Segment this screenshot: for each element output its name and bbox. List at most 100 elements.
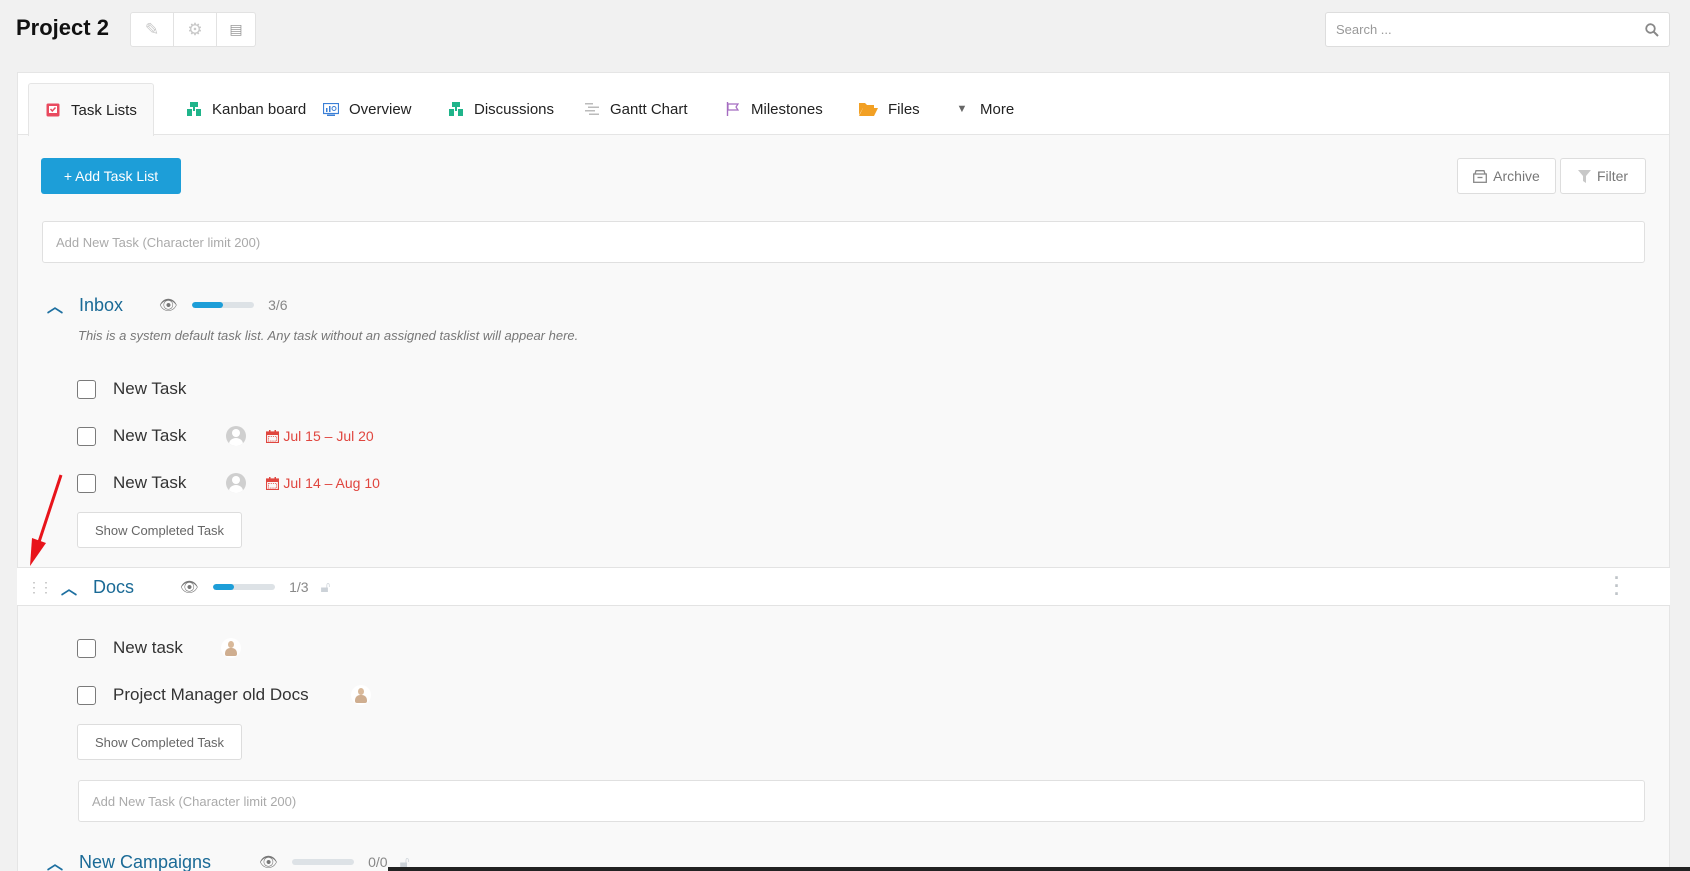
task-checkbox[interactable] (77, 685, 96, 705)
progress-count: 3/6 (268, 297, 288, 313)
tab-label: Gantt Chart (610, 100, 688, 118)
assignee-avatar[interactable] (220, 638, 241, 658)
search-input[interactable] (1336, 22, 1645, 37)
archive-icon (1473, 169, 1488, 183)
due-date[interactable]: Jul 15 – Jul 20 (266, 428, 374, 444)
progress-fill (213, 584, 234, 590)
eye-icon[interactable]: 👁 (259, 853, 278, 871)
task-checkbox[interactable] (77, 473, 96, 493)
progress-bar (292, 859, 355, 865)
taskbar-edge (388, 867, 1690, 871)
tab-label: Kanban board (212, 100, 307, 118)
task-row: New task (77, 633, 241, 663)
edit-project-button[interactable]: ✎ (131, 13, 174, 46)
unlock-icon[interactable]: 🔓︎ (321, 579, 331, 596)
collapse-chevron-icon[interactable]: ︿ (61, 575, 83, 599)
annotation-arrow (30, 474, 63, 566)
list-title[interactable]: New Campaigns (79, 852, 211, 871)
progress-bar (192, 302, 255, 308)
tab-label: More (980, 100, 1015, 118)
edit-icon: ✎ (144, 19, 160, 39)
show-completed-button[interactable]: Show Completed Task (77, 724, 242, 760)
tab-label: Task Lists (71, 101, 137, 119)
tab-label: Files (888, 100, 920, 118)
calendar-icon (266, 476, 280, 490)
list-header-new-campaigns: ︿ New Campaigns 👁 0/0 🔓︎ (47, 847, 409, 871)
new-task-input[interactable] (92, 793, 1631, 809)
task-row: New Task Jul 15 – Jul 20 (77, 421, 374, 451)
search-icon[interactable] (1645, 22, 1659, 37)
tab-kanban-board[interactable]: Kanban board (186, 83, 306, 135)
due-date[interactable]: Jul 14 – Aug 10 (266, 475, 380, 491)
tab-label: Discussions (474, 100, 555, 118)
overview-icon (323, 102, 339, 116)
filter-label: Filter (1596, 168, 1629, 184)
task-row: New Task (77, 374, 186, 404)
list-header-inbox: ︿ Inbox 👁 3/6 (47, 290, 288, 320)
task-title[interactable]: Project Manager old Docs (113, 685, 309, 705)
task-checkbox[interactable] (77, 638, 96, 658)
task-row: Project Manager old Docs (77, 680, 371, 710)
progress-fill (192, 302, 224, 308)
task-checkbox[interactable] (77, 379, 96, 399)
filter-button[interactable]: Filter (1560, 158, 1646, 194)
filter-icon (1577, 169, 1591, 183)
task-checkbox[interactable] (77, 426, 96, 446)
due-date-label: Jul 15 – Jul 20 (283, 428, 374, 444)
add-task-list-button[interactable]: + Add Task List (41, 158, 181, 194)
tab-files[interactable]: Files (858, 83, 920, 135)
search-box (1325, 12, 1670, 47)
document-icon: ▤ (229, 21, 243, 37)
new-task-field (78, 780, 1645, 822)
task-title[interactable]: New Task (113, 426, 186, 446)
progress-count: 1/3 (289, 579, 309, 595)
tab-gantt-chart[interactable]: Gantt Chart (584, 83, 688, 135)
drag-handle-icon[interactable]: ⋮⋮ (27, 579, 53, 596)
project-title: Project 2 (16, 15, 109, 40)
list-title[interactable]: Docs (93, 577, 134, 598)
eye-icon[interactable]: 👁 (180, 578, 199, 596)
flag-icon (725, 102, 741, 116)
tab-label: Overview (349, 100, 412, 118)
collapse-chevron-icon[interactable]: ︿ (47, 293, 69, 317)
assignee-avatar[interactable] (350, 685, 371, 705)
tab-more[interactable]: ▼ More (954, 83, 1015, 135)
tab-discussions[interactable]: Discussions (448, 83, 554, 135)
tab-label: Milestones (751, 100, 823, 118)
task-title[interactable]: New Task (113, 379, 186, 399)
assignee-avatar[interactable] (226, 473, 247, 493)
list-description: This is a system default task list. Any … (78, 328, 579, 343)
eye-icon[interactable]: 👁 (159, 296, 178, 314)
gantt-icon (584, 103, 600, 115)
progress-count: 0/0 (368, 854, 388, 870)
collapse-chevron-icon[interactable]: ︿ (47, 850, 69, 871)
folder-icon (858, 102, 878, 116)
task-title[interactable]: New task (113, 638, 183, 658)
task-row: New Task Jul 14 – Aug 10 (77, 468, 380, 498)
list-header-docs: ⋮⋮ ︿ Docs 👁 1/3 🔓︎ · · · (17, 567, 1670, 606)
due-date-label: Jul 14 – Aug 10 (283, 475, 380, 491)
project-document-button[interactable]: ▤ (217, 13, 255, 46)
new-task-field (42, 221, 1645, 263)
project-settings-button[interactable]: ⚙ (174, 13, 217, 46)
tab-milestones[interactable]: Milestones (725, 83, 823, 135)
task-title[interactable]: New Task (113, 473, 186, 493)
archive-button[interactable]: Archive (1457, 158, 1556, 194)
discussions-icon (448, 102, 464, 116)
new-task-input[interactable] (56, 234, 1631, 250)
tab-task-lists[interactable]: Task Lists (28, 83, 154, 136)
calendar-icon (266, 429, 280, 443)
show-completed-button[interactable]: Show Completed Task (77, 512, 242, 548)
project-actions: ✎ ⚙ ▤ (130, 12, 256, 47)
archive-label: Archive (1493, 168, 1540, 184)
list-title[interactable]: Inbox (79, 295, 123, 316)
tab-overview[interactable]: Overview (323, 83, 412, 135)
tab-bar: Task Lists Kanban board Overview Discuss… (18, 73, 1669, 136)
progress-bar (213, 584, 276, 590)
assignee-avatar[interactable] (226, 426, 247, 446)
list-options-icon[interactable]: · · · (1614, 569, 1620, 603)
caret-down-icon: ▼ (956, 103, 968, 115)
task-list-icon (45, 103, 61, 117)
kanban-icon (186, 102, 202, 116)
gear-icon: ⚙ (187, 19, 203, 39)
